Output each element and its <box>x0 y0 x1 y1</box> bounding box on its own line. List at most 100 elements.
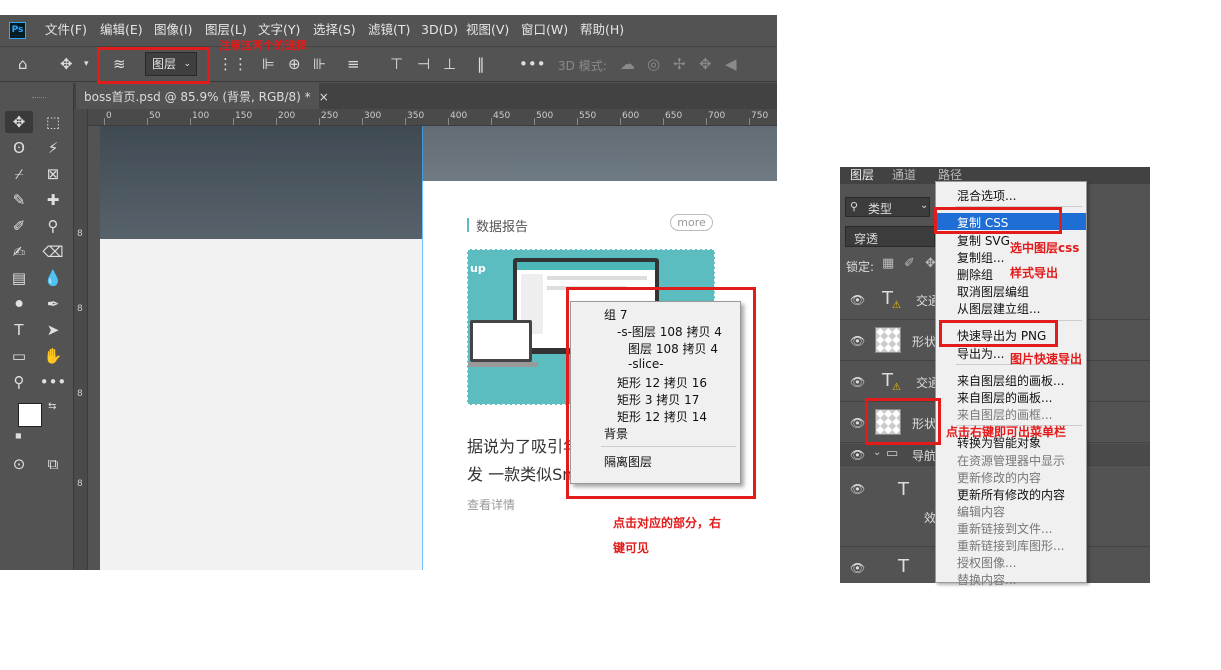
chevron-down-icon[interactable]: ▾ <box>84 54 89 74</box>
menu-update-modified[interactable]: 更新修改的内容 <box>957 469 1041 486</box>
eyedropper-icon[interactable]: ✎ <box>5 189 33 211</box>
guide-line[interactable] <box>422 126 423 570</box>
menu-select[interactable]: 选择(S) <box>313 15 356 45</box>
move-tool-icon[interactable]: ✥ <box>60 54 73 74</box>
menu-help[interactable]: 帮助(H) <box>580 15 624 45</box>
pan-3d-icon[interactable]: ✢ <box>673 54 686 74</box>
annotation-box-png <box>939 320 1058 347</box>
dodge-tool-icon[interactable]: ⚫ <box>5 293 33 315</box>
distribute-icon[interactable]: ≡ <box>347 54 360 74</box>
layer-filter-dropdown[interactable]: ⚲ 类型 ⌄ <box>845 197 930 217</box>
menu-group-from-layers[interactable]: 从图层建立组... <box>957 300 1040 317</box>
ruler-tick <box>405 118 406 125</box>
healing-brush-icon[interactable]: ✚ <box>39 189 67 211</box>
align-top-icon[interactable]: ⊤ <box>390 54 403 74</box>
visibility-eye-icon[interactable]: 👁 <box>850 561 865 575</box>
align-right-icon[interactable]: ⊪ <box>313 54 326 74</box>
menu-artboard-from-layers[interactable]: 来自图层的画板... <box>957 389 1052 406</box>
align-left-icon[interactable]: ⊫ <box>262 54 275 74</box>
blur-tool-icon[interactable]: 💧 <box>39 267 67 289</box>
menu-ungroup[interactable]: 取消图层编组 <box>957 283 1029 300</box>
ruler-tick <box>276 118 277 125</box>
screen-header <box>517 262 655 270</box>
menu-view[interactable]: 视图(V) <box>466 15 509 45</box>
screen-mode-icon[interactable]: ⧉ <box>39 453 67 475</box>
brush-tool-icon[interactable]: ✐ <box>5 215 33 237</box>
distribute-v-icon[interactable]: ‖ <box>477 54 485 74</box>
hand-tool-icon[interactable]: ✋ <box>39 345 67 367</box>
more-tools-icon[interactable]: ••• <box>39 371 67 393</box>
visibility-eye-icon[interactable]: 👁 <box>850 448 865 462</box>
more-button[interactable]: more <box>670 214 713 231</box>
quick-mask-icon[interactable]: ⊙ <box>5 453 33 475</box>
marquee-tool-icon[interactable]: ⬚ <box>39 111 67 133</box>
more-options-icon[interactable]: ••• <box>519 54 546 74</box>
roll-3d-icon[interactable]: ◎ <box>647 54 660 74</box>
menu-edit[interactable]: 编辑(E) <box>100 15 143 45</box>
menu-3d[interactable]: 3D(D) <box>421 15 458 45</box>
menu-blending-options[interactable]: 混合选项... <box>957 187 1016 204</box>
foreground-color-swatch[interactable] <box>18 403 42 427</box>
menu-artboard-from-group[interactable]: 来自图层组的画板... <box>957 372 1064 389</box>
menu-relink-library[interactable]: 重新链接到库图形... <box>957 537 1064 554</box>
magic-wand-icon[interactable]: ⚡ <box>39 137 67 159</box>
default-colors-icon[interactable]: ◼ <box>15 431 22 440</box>
lock-pixels-icon[interactable]: ▦ <box>882 256 894 271</box>
menu-file[interactable]: 文件(F) <box>45 15 87 45</box>
transform-controls-icon[interactable]: ⋮⋮ <box>218 54 248 74</box>
menu-license-image[interactable]: 授权图像... <box>957 554 1016 571</box>
path-select-icon[interactable]: ➤ <box>39 319 67 341</box>
pen-tool-icon[interactable]: ✒ <box>39 293 67 315</box>
menu-frame-from-layers[interactable]: 来自图层的画框... <box>957 406 1052 423</box>
align-center-icon[interactable]: ⊕ <box>288 54 301 74</box>
ruler-tick <box>448 118 449 125</box>
align-middle-icon[interactable]: ⊣ <box>417 54 430 74</box>
slide-3d-icon[interactable]: ✥ <box>699 54 712 74</box>
stamp-tool-icon[interactable]: ⚲ <box>39 215 67 237</box>
orbit-3d-icon[interactable]: ☁ <box>620 54 635 74</box>
layer-thumbnail <box>875 327 901 353</box>
tab-layers[interactable]: 图层 <box>850 167 874 184</box>
menu-show-in-explorer[interactable]: 在资源管理器中显示 <box>957 452 1065 469</box>
lock-brush-icon[interactable]: ✐ <box>904 256 915 271</box>
type-tool-icon[interactable]: T <box>5 319 33 341</box>
blend-mode-dropdown[interactable]: 穿透 <box>845 226 935 247</box>
gradient-tool-icon[interactable]: ▤ <box>5 267 33 289</box>
eraser-tool-icon[interactable]: ⌫ <box>39 241 67 263</box>
zoom-tool-icon[interactable]: ⚲ <box>5 371 33 393</box>
crop-tool-icon[interactable]: ⌿ <box>5 163 33 185</box>
menu-update-all-modified[interactable]: 更新所有修改的内容 <box>957 486 1065 503</box>
visibility-eye-icon[interactable]: 👁 <box>850 482 865 496</box>
visibility-eye-icon[interactable]: 👁 <box>850 334 865 348</box>
thumb-label: up <box>470 262 486 275</box>
menu-filter[interactable]: 滤镜(T) <box>368 15 410 45</box>
menu-export-as[interactable]: 导出为... <box>957 345 1004 362</box>
lasso-tool-icon[interactable]: ʘ <box>5 137 33 159</box>
align-bottom-icon[interactable]: ⊥ <box>443 54 456 74</box>
visibility-eye-icon[interactable]: 👁 <box>850 416 865 430</box>
menu-duplicate-group[interactable]: 复制组... <box>957 249 1004 266</box>
frame-tool-icon[interactable]: ⊠ <box>39 163 67 185</box>
home-icon[interactable]: ⌂ <box>18 54 28 74</box>
menu-image[interactable]: 图像(I) <box>154 15 192 45</box>
scale-3d-icon[interactable]: ◀ <box>725 54 737 74</box>
menubar: Ps 文件(F) 编辑(E) 图像(I) 图层(L) 文字(Y) 选择(S) 滤… <box>0 15 777 45</box>
menu-copy-svg[interactable]: 复制 SVG <box>957 232 1010 249</box>
rectangle-tool-icon[interactable]: ▭ <box>5 345 33 367</box>
expand-chevron-icon[interactable]: ⌄ <box>873 447 881 458</box>
move-tool-icon[interactable]: ✥ <box>5 111 33 133</box>
ruler-horizontal: 0 50 100 150 200 250 300 350 400 450 500 550 600 650 7… <box>88 109 777 126</box>
close-tab-icon[interactable]: × <box>319 90 329 104</box>
menu-replace-contents[interactable]: 替换内容... <box>957 571 1016 588</box>
document-tab[interactable]: boss首页.psd @ 85.9% (背景, RGB/8) * × <box>76 83 329 109</box>
visibility-eye-icon[interactable]: 👁 <box>850 293 865 307</box>
menu-edit-contents[interactable]: 编辑内容 <box>957 503 1005 520</box>
menu-delete-group[interactable]: 删除组 <box>957 266 993 283</box>
read-more-link[interactable]: 查看详情 <box>467 496 515 513</box>
tab-channels[interactable]: 通道 <box>892 167 916 184</box>
menu-window[interactable]: 窗口(W) <box>521 15 568 45</box>
menu-relink-file[interactable]: 重新链接到文件... <box>957 520 1052 537</box>
history-brush-icon[interactable]: ✍ <box>5 241 33 263</box>
swap-colors-icon[interactable]: ⇆ <box>48 401 56 412</box>
visibility-eye-icon[interactable]: 👁 <box>850 375 865 389</box>
